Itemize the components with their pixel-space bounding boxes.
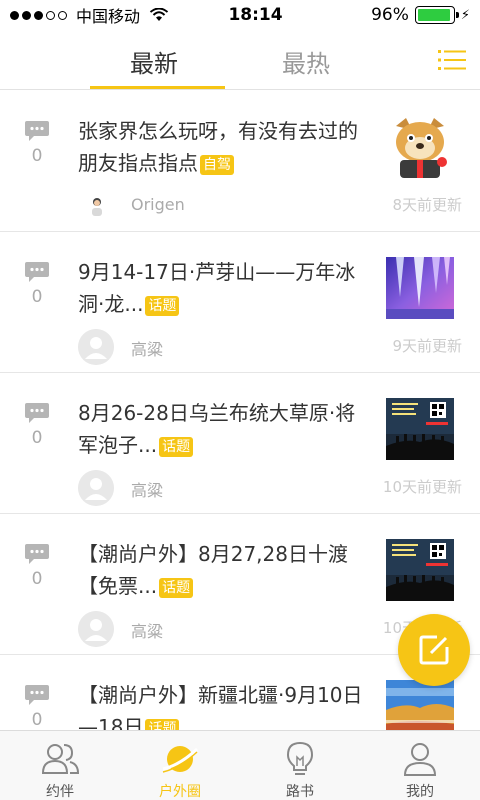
post-badge: 话题 bbox=[159, 577, 194, 598]
author-avatar[interactable] bbox=[78, 329, 114, 365]
comment-icon bbox=[25, 262, 49, 282]
edit-icon bbox=[419, 635, 449, 665]
post-title[interactable]: 【潮尚户外】8月27,28日十渡【免票... 话题 bbox=[78, 538, 374, 602]
author-name[interactable]: 高粱 bbox=[131, 477, 163, 501]
bottom-nav: 约伴 户外圈 路书 我的 bbox=[0, 730, 480, 800]
author-avatar[interactable] bbox=[86, 195, 108, 217]
post-title[interactable]: 【潮尚户外】新疆北疆·9月10日—18日 话题 bbox=[78, 679, 374, 731]
person-icon bbox=[92, 198, 102, 216]
comment-icon bbox=[25, 403, 49, 423]
post-title[interactable]: 8月26-28日乌兰布统大草原·将军泡子... 话题 bbox=[78, 397, 374, 461]
comment-icon bbox=[25, 121, 49, 141]
battery-percent: 96% bbox=[371, 5, 409, 25]
status-bar: 中国移动 18:14 96% ⚡ bbox=[0, 0, 480, 30]
active-tab-indicator bbox=[90, 86, 225, 89]
post-badge: 自驾 bbox=[200, 154, 234, 175]
nav-item-outdoor-circle[interactable]: 户外圈 bbox=[120, 731, 240, 800]
post-item[interactable]: 0 9月14-17日·芦芽山——万年冰洞·龙... 话题 高粱 9天前更新 bbox=[0, 232, 480, 373]
cartoon-dog-image bbox=[386, 116, 454, 178]
nav-label: 户外圈 bbox=[159, 784, 201, 800]
update-time: 10天前更新 bbox=[382, 478, 462, 496]
comment-count: 0 bbox=[31, 428, 43, 448]
post-title-text: 【潮尚户外】新疆北疆·9月10日—18日 bbox=[78, 683, 363, 731]
author-name[interactable]: Origen bbox=[131, 195, 185, 214]
comment-count: 0 bbox=[31, 710, 43, 730]
author-name[interactable]: 高粱 bbox=[131, 336, 163, 360]
autumn-landscape-image bbox=[386, 680, 454, 731]
signal-dot-empty bbox=[46, 10, 55, 20]
signal-dot bbox=[10, 10, 19, 20]
nav-item-companions[interactable]: 约伴 bbox=[0, 731, 120, 800]
post-item[interactable]: 0 张家界怎么玩呀，有没有去过的朋友指点指点 自驾 Origen 8天前更新 bbox=[0, 91, 480, 232]
planet-icon bbox=[162, 746, 199, 773]
comment-count: 0 bbox=[31, 569, 43, 589]
comment-count: 0 bbox=[31, 287, 43, 307]
signal-dot bbox=[22, 10, 31, 20]
post-badge: 话题 bbox=[145, 295, 180, 316]
post-badge: 话题 bbox=[159, 436, 194, 457]
post-title-text: 8月26-28日乌兰布统大草原·将军泡子... bbox=[78, 401, 356, 457]
post-item[interactable]: 0 8月26-28日乌兰布统大草原·将军泡子... 话题 高粱 10天前更新 bbox=[0, 373, 480, 514]
carrier-name: 中国移动 bbox=[76, 7, 141, 26]
list-menu-icon[interactable] bbox=[438, 48, 466, 72]
status-right: 96% ⚡ bbox=[371, 5, 470, 25]
compose-button[interactable] bbox=[398, 614, 470, 686]
nav-label: 约伴 bbox=[46, 784, 74, 800]
author-avatar[interactable] bbox=[78, 470, 114, 506]
nav-item-mine[interactable]: 我的 bbox=[360, 731, 480, 800]
nav-label: 我的 bbox=[406, 784, 434, 800]
battery-icon bbox=[414, 6, 459, 24]
hikers-poster-image bbox=[386, 539, 454, 601]
tab-bar: 最新 最热 bbox=[0, 30, 480, 90]
battery-fill bbox=[417, 9, 451, 21]
default-avatar-icon bbox=[78, 470, 114, 506]
people-icon bbox=[41, 744, 80, 774]
author-name[interactable]: 高粱 bbox=[131, 618, 163, 642]
tab-latest[interactable]: 最新 bbox=[130, 44, 178, 79]
signal-dot bbox=[34, 10, 43, 20]
post-title[interactable]: 张家界怎么玩呀，有没有去过的朋友指点指点 自驾 bbox=[78, 115, 374, 179]
post-title[interactable]: 9月14-17日·芦芽山——万年冰洞·龙... 话题 bbox=[78, 256, 374, 320]
charging-icon: ⚡ bbox=[460, 7, 470, 23]
update-time: 8天前更新 bbox=[392, 196, 462, 214]
nav-label: 路书 bbox=[286, 784, 314, 800]
comment-icon bbox=[25, 685, 49, 705]
default-avatar-icon bbox=[78, 329, 114, 365]
wifi-icon bbox=[149, 8, 169, 21]
post-title-text: 9月14-17日·芦芽山——万年冰洞·龙... bbox=[78, 260, 356, 316]
hikers-poster-image bbox=[386, 398, 454, 460]
status-time: 18:14 bbox=[228, 5, 283, 25]
comment-count: 0 bbox=[31, 146, 43, 166]
tab-hot[interactable]: 最热 bbox=[282, 44, 330, 79]
comment-icon bbox=[25, 544, 49, 564]
post-title-text: 【潮尚户外】8月27,28日十渡【免票... bbox=[78, 542, 348, 598]
ice-cave-image bbox=[386, 257, 454, 319]
signal-dot-empty bbox=[58, 10, 67, 20]
status-left: 中国移动 bbox=[10, 3, 180, 27]
default-avatar-icon bbox=[78, 611, 114, 647]
author-avatar[interactable] bbox=[78, 611, 114, 647]
update-time: 9天前更新 bbox=[392, 337, 462, 355]
nav-item-roadbook[interactable]: 路书 bbox=[240, 731, 360, 800]
lightbulb-icon bbox=[286, 741, 314, 775]
user-icon bbox=[403, 743, 437, 776]
